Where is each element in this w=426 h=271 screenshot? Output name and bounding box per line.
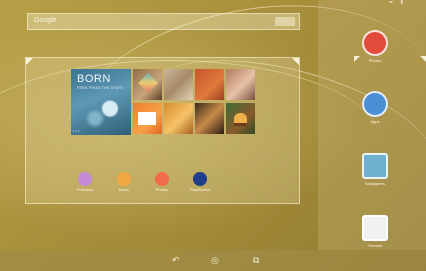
media-widget[interactable]: BORN FREE FROM THE START • • • [71, 69, 255, 135]
wallpapers-icon [362, 153, 388, 179]
album-page-dots: • • • [73, 128, 80, 133]
corner-handle-icon[interactable] [26, 58, 33, 65]
side-panel-item[interactable]: Themes [361, 215, 389, 248]
corner-handle-icon[interactable] [292, 58, 299, 65]
home-screen-editor: ⏷ ▮ Google BORN FREE FROM THE START • • … [0, 0, 426, 271]
dock-app-icon[interactable] [155, 172, 169, 186]
corner-handle-icon[interactable] [420, 56, 426, 62]
diamond-icon [138, 73, 158, 93]
media-thumbnail[interactable] [226, 69, 255, 100]
corner-handle-icon[interactable] [354, 56, 360, 62]
dock-app-icon[interactable] [78, 172, 92, 186]
recents-button[interactable]: ⧉ [253, 255, 259, 266]
side-panel-item[interactable]: Apps [361, 91, 389, 124]
dock-app-label: Podcasts [76, 187, 94, 192]
media-thumbnail[interactable] [195, 69, 224, 100]
dock-app-label: Music [118, 187, 130, 192]
photos-icon [362, 30, 388, 56]
media-thumbnail[interactable] [164, 69, 193, 100]
google-search-widget[interactable]: Google [27, 13, 300, 30]
media-thumbnail[interactable] [164, 103, 193, 134]
side-panel-item-label: Photos [368, 58, 382, 63]
side-panel-item[interactable]: Photos [361, 30, 389, 63]
side-panel-item-label: Apps [370, 119, 380, 124]
album-subtitle: FREE FROM THE START [77, 85, 124, 90]
dock-app-label: Photos [155, 187, 169, 192]
themes-icon [362, 215, 388, 241]
side-panel-item-label: Wallpapers [365, 181, 385, 186]
food-icon [234, 113, 247, 126]
side-panel-item[interactable]: Wallpapers [361, 153, 389, 186]
back-button[interactable]: ↶ [172, 255, 180, 266]
video-thumbnail-icon [138, 112, 156, 125]
dock-app-icon[interactable] [117, 172, 131, 186]
dock-app-icon[interactable] [193, 172, 207, 186]
side-panel-item-label: Themes [367, 243, 383, 248]
dock-app-label: PlayStation [189, 187, 211, 192]
media-thumbnail[interactable] [226, 103, 255, 134]
album-tile[interactable]: BORN FREE FROM THE START • • • [71, 69, 131, 135]
voice-search-button[interactable] [275, 17, 295, 26]
album-title: BORN [77, 73, 111, 85]
navigation-bar: ↶ ◎ ⧉ [0, 250, 426, 271]
search-label: Google [34, 17, 57, 24]
media-thumbnail[interactable] [195, 103, 224, 134]
apps-icon [362, 91, 388, 117]
media-thumbnail[interactable] [133, 69, 162, 100]
home-button[interactable]: ◎ [211, 255, 219, 266]
media-thumbnail[interactable] [133, 103, 162, 134]
